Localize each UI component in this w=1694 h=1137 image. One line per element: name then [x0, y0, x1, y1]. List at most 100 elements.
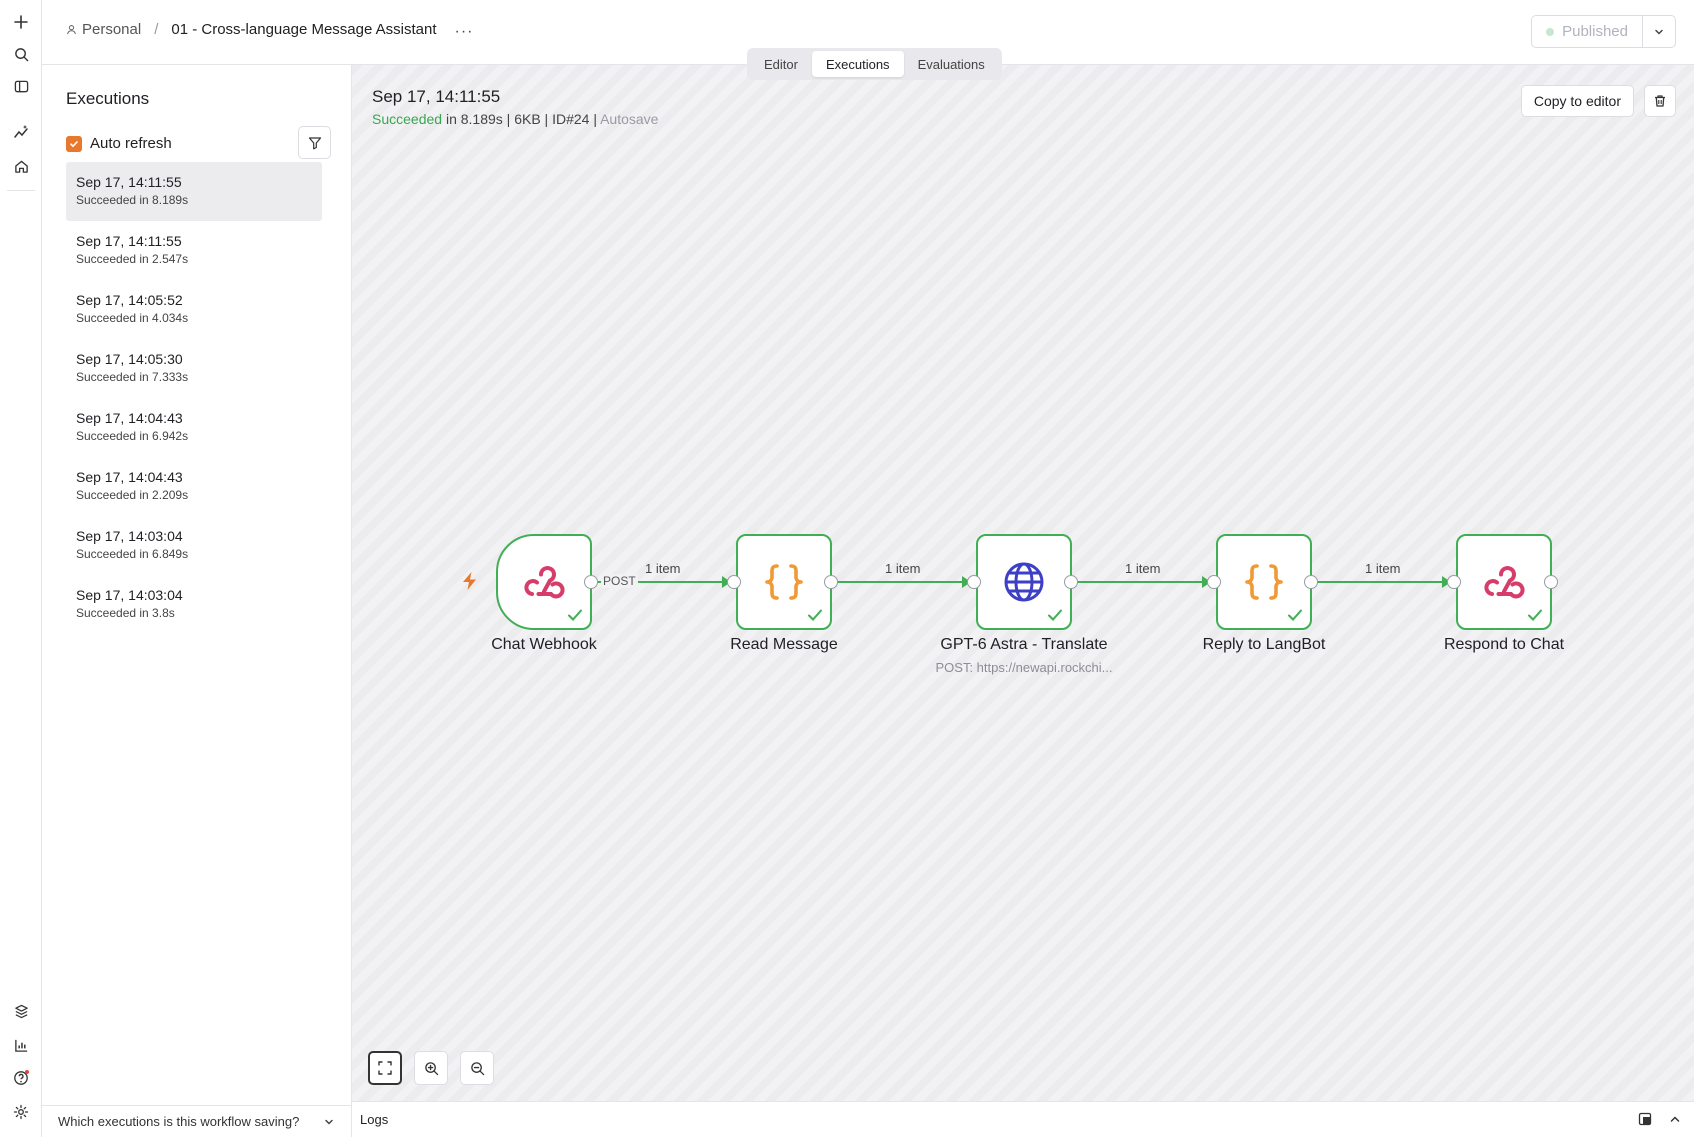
output-label-post: POST [601, 574, 638, 588]
node-reply-to-langbot[interactable] [1216, 534, 1312, 630]
home-icon[interactable] [7, 152, 35, 180]
insights-icon[interactable] [7, 1031, 35, 1059]
execution-status: Succeeded in 2.547s [76, 252, 189, 266]
execution-date: Sep 17, 14:11:55 [76, 174, 182, 190]
more-options-button[interactable]: ··· [452, 20, 476, 44]
execution-item[interactable]: Sep 17, 14:03:04 Succeeded in 3.8s [66, 575, 322, 634]
user-icon [67, 25, 76, 35]
node-chat-webhook[interactable] [496, 534, 592, 630]
saving-info-toggle[interactable]: Which executions is this workflow saving… [42, 1105, 351, 1137]
auto-refresh-label: Auto refresh [90, 135, 172, 152]
code-braces-icon [765, 564, 803, 600]
code-braces-icon [1245, 564, 1283, 600]
templates-icon[interactable] [7, 997, 35, 1025]
zoom-out-button[interactable] [460, 1051, 494, 1085]
chevron-down-icon [325, 1119, 333, 1125]
pop-out-icon[interactable] [1638, 1112, 1652, 1126]
saving-question: Which executions is this workflow saving… [58, 1114, 300, 1129]
workflow-title[interactable]: 01 - Cross-language Message Assistant [171, 21, 436, 38]
settings-gear-icon[interactable] [7, 1098, 35, 1126]
tab-executions[interactable]: Executions [811, 51, 904, 77]
success-check-icon [808, 609, 822, 621]
node-label: Respond to Chat [1443, 636, 1565, 653]
node-subtitle: POST: https://newapi.rockchi... [935, 660, 1113, 675]
help-icon[interactable] [7, 1064, 35, 1092]
zoom-in-icon [424, 1061, 438, 1075]
node-label: Reply to LangBot [1202, 636, 1326, 653]
logs-panel-bar[interactable]: Logs [352, 1101, 1694, 1137]
webhook-icon [1484, 566, 1525, 599]
chevron-down-icon [1655, 29, 1663, 35]
executions-title: Executions [66, 89, 150, 108]
tab-editor[interactable]: Editor [750, 51, 812, 77]
execution-date: Sep 17, 14:04:43 [76, 469, 183, 485]
node-read-message[interactable] [736, 534, 832, 630]
view-tabs: Editor Executions Evaluations [747, 48, 1002, 80]
zoom-in-button[interactable] [414, 1051, 448, 1085]
execution-item[interactable]: Sep 17, 14:04:43 Succeeded in 2.209s [66, 457, 322, 516]
delete-execution-button[interactable] [1644, 85, 1676, 117]
publish-dropdown-button[interactable] [1643, 16, 1675, 47]
output-handle[interactable] [1064, 575, 1078, 589]
execution-item[interactable]: Sep 17, 14:05:52 Succeeded in 4.034s [66, 280, 322, 339]
execution-item[interactable]: Sep 17, 14:11:55 Succeeded in 8.189s [66, 162, 322, 221]
input-handle[interactable] [967, 575, 981, 589]
input-handle[interactable] [1207, 575, 1221, 589]
execution-date: Sep 17, 14:05:52 [76, 292, 183, 308]
execution-date: Sep 17, 14:03:04 [76, 528, 183, 544]
node-respond-to-chat[interactable] [1456, 534, 1552, 630]
breadcrumb-personal[interactable]: Personal [66, 21, 141, 38]
execution-item[interactable]: Sep 17, 14:11:55 Succeeded in 2.547s [66, 221, 322, 280]
node-label: GPT-6 Astra - Translate [940, 636, 1108, 653]
zoom-out-icon [470, 1061, 484, 1075]
node-gpt-translate[interactable] [976, 534, 1072, 630]
filter-button[interactable] [298, 126, 331, 159]
add-icon[interactable] [7, 8, 35, 36]
execution-status: Succeeded in 8.189s [76, 193, 189, 207]
tab-evaluations[interactable]: Evaluations [904, 51, 999, 77]
publish-control[interactable]: Published [1531, 15, 1676, 48]
workflow-canvas[interactable]: Sep 17, 14:11:55 Succeeded in 8.189s | 6… [352, 65, 1694, 1101]
execution-date: Sep 17, 14:11:55 [76, 233, 182, 249]
output-handle[interactable] [584, 575, 598, 589]
auto-refresh-checkbox[interactable] [66, 135, 82, 152]
trigger-bolt-icon [463, 572, 476, 590]
execution-meta: Succeeded in 8.189s | 6KB | ID#24 | Auto… [372, 111, 658, 127]
search-icon[interactable] [7, 40, 35, 68]
input-handle[interactable] [1447, 575, 1461, 589]
execution-date: Sep 17, 14:05:30 [76, 351, 183, 367]
published-status-dot [1546, 27, 1555, 36]
sparkle-chart-icon[interactable] [7, 118, 35, 146]
toggle-sidebar-icon[interactable] [7, 72, 35, 100]
execution-status: Succeeded in 6.942s [76, 429, 189, 443]
auto-refresh-toggle[interactable]: Auto refresh [66, 135, 172, 152]
execution-details: in 8.189s | 6KB | ID#24 | [442, 111, 601, 127]
fit-view-icon [378, 1061, 392, 1075]
executions-sidebar: Executions Auto refresh Sep 17, 14:11:55… [42, 65, 352, 1137]
fit-view-button[interactable] [368, 1051, 402, 1085]
connection-line[interactable] [837, 581, 965, 583]
copy-to-editor-button[interactable]: Copy to editor [1520, 85, 1634, 117]
breadcrumb: Personal / 01 - Cross-language Message A… [66, 21, 437, 38]
connection-line[interactable] [1317, 581, 1445, 583]
output-handle[interactable] [1544, 575, 1558, 589]
execution-item[interactable]: Sep 17, 14:04:43 Succeeded in 6.942s [66, 398, 322, 457]
logs-actions [1638, 1112, 1682, 1126]
success-check-icon [568, 609, 582, 621]
output-handle[interactable] [1304, 575, 1318, 589]
execution-status: Succeeded in 6.849s [76, 547, 189, 561]
execution-list: Sep 17, 14:11:55 Succeeded in 8.189s Sep… [66, 162, 322, 634]
connection-item-count: 1 item [645, 561, 681, 576]
execution-title: Sep 17, 14:11:55 [372, 87, 501, 106]
execution-status-text: Succeeded [372, 111, 443, 127]
workspace-name: Personal [82, 21, 142, 38]
input-handle[interactable] [727, 575, 741, 589]
execution-item[interactable]: Sep 17, 14:05:30 Succeeded in 7.333s [66, 339, 322, 398]
published-button[interactable]: Published [1532, 16, 1643, 47]
chevron-up-icon[interactable] [1668, 1112, 1682, 1126]
output-handle[interactable] [824, 575, 838, 589]
connection-line[interactable] [1077, 581, 1205, 583]
connection-item-count: 1 item [885, 561, 921, 576]
execution-item[interactable]: Sep 17, 14:03:04 Succeeded in 6.849s [66, 516, 322, 575]
connection-item-count: 1 item [1125, 561, 1161, 576]
